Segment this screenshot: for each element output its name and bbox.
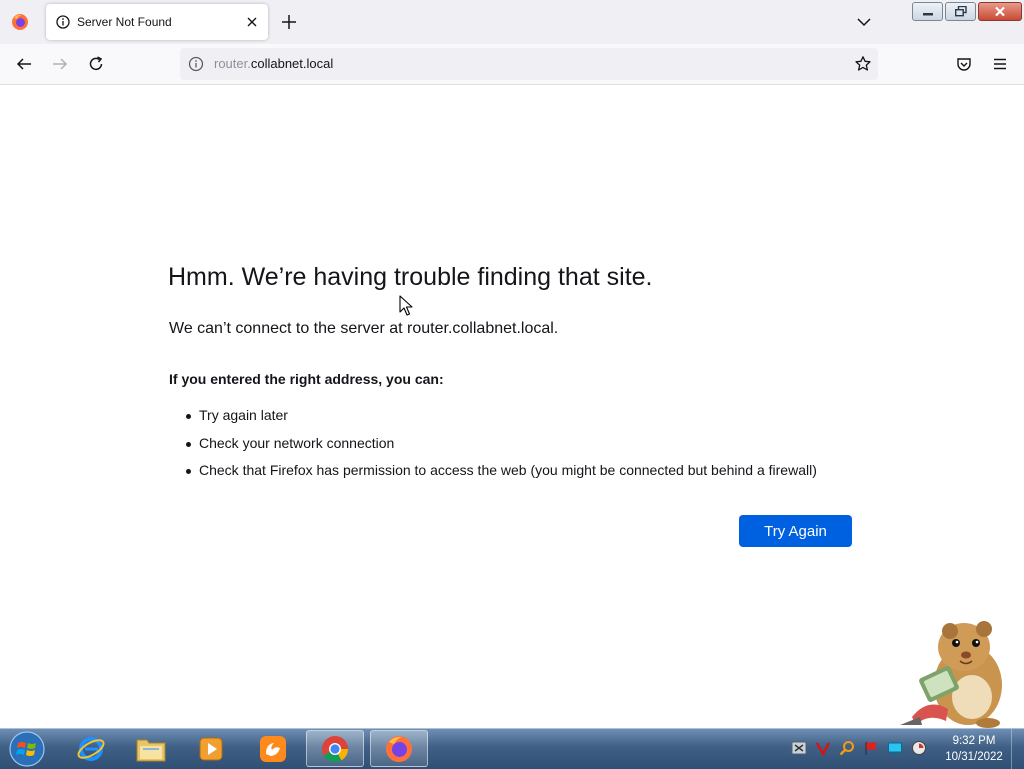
info-icon — [56, 15, 70, 29]
hamburger-menu-icon — [994, 58, 1006, 70]
url-domain: collabnet.local — [250, 56, 334, 71]
clock-date: 10/31/2022 — [945, 751, 1003, 763]
taskbar: 9:32 PM 10/31/2022 — [0, 728, 1024, 769]
error-description: We can’t connect to the server at router… — [169, 320, 559, 337]
url-text[interactable]: router.collabnet.local — [214, 56, 333, 71]
firefox-menu-button[interactable] — [6, 8, 34, 36]
back-button[interactable] — [14, 54, 34, 74]
pocket-button[interactable] — [954, 54, 974, 74]
volume-icon[interactable] — [910, 739, 928, 757]
chrome-icon — [322, 735, 349, 762]
address-bar[interactable]: router.collabnet.local — [180, 48, 878, 80]
taskbar-uc-browser[interactable] — [244, 730, 302, 767]
system-clock[interactable]: 9:32 PM 10/31/2022 — [936, 733, 1012, 765]
uc-browser-icon — [260, 735, 286, 762]
app-menu-button[interactable] — [990, 54, 1010, 74]
mouse-cursor-icon — [399, 295, 413, 316]
new-tab-button[interactable] — [280, 13, 298, 31]
media-player-icon — [199, 737, 223, 760]
taskbar-firefox[interactable] — [370, 730, 428, 767]
suggestions-heading: If you entered the right address, you ca… — [169, 371, 444, 387]
show-desktop-button[interactable] — [1011, 729, 1024, 769]
window-controls — [912, 2, 1022, 21]
tab-strip: Server Not Found — [0, 0, 1024, 44]
reload-icon — [89, 56, 103, 71]
try-again-button[interactable]: Try Again — [739, 515, 852, 547]
forward-arrow-icon — [53, 58, 68, 70]
error-page: Hmm. We’re having trouble finding that s… — [0, 85, 1024, 728]
taskbar-internet-explorer[interactable] — [62, 730, 120, 767]
list-item: Check that Firefox has permission to acc… — [169, 457, 817, 485]
flag-icon[interactable] — [862, 739, 880, 757]
pocket-icon — [957, 58, 971, 71]
restore-button[interactable] — [945, 2, 976, 21]
list-item: Check your network connection — [169, 430, 817, 458]
restore-icon — [954, 6, 967, 17]
system-tray — [790, 739, 928, 757]
back-arrow-icon — [16, 58, 31, 70]
info-icon[interactable] — [188, 56, 204, 72]
taskbar-media-player[interactable] — [182, 730, 240, 767]
close-window-button[interactable] — [978, 2, 1022, 21]
forward-button[interactable] — [50, 54, 70, 74]
taskbar-file-explorer[interactable] — [122, 730, 180, 767]
hamster-mascot-icon — [900, 621, 1002, 728]
star-icon[interactable] — [854, 55, 872, 73]
tab-title: Server Not Found — [77, 15, 172, 29]
chevron-down-icon[interactable] — [855, 13, 873, 31]
search-tool-icon[interactable] — [838, 739, 856, 757]
firefox-icon — [12, 14, 28, 30]
internet-explorer-icon — [77, 736, 105, 761]
windows-logo-icon — [9, 731, 45, 767]
taskbar-chrome[interactable] — [306, 730, 364, 767]
navigation-toolbar: router.collabnet.local — [0, 44, 1024, 85]
start-button[interactable] — [6, 731, 48, 767]
reload-button[interactable] — [86, 54, 106, 74]
network-tool-icon[interactable] — [790, 739, 808, 757]
clock-time: 9:32 PM — [952, 735, 996, 747]
close-icon[interactable] — [244, 14, 260, 30]
file-explorer-icon — [136, 739, 166, 761]
minimize-button[interactable] — [912, 2, 943, 21]
suggestions-list: Try again later Check your network conne… — [169, 402, 817, 485]
tab-server-not-found[interactable]: Server Not Found — [46, 4, 268, 40]
antivirus-icon[interactable] — [814, 739, 832, 757]
list-item: Try again later — [169, 402, 817, 430]
close-icon — [995, 6, 1005, 17]
error-title: Hmm. We’re having trouble finding that s… — [168, 263, 653, 291]
display-icon[interactable] — [886, 739, 904, 757]
firefox-icon — [386, 735, 412, 762]
url-subdomain: router. — [214, 56, 251, 71]
minimize-icon — [922, 12, 933, 15]
